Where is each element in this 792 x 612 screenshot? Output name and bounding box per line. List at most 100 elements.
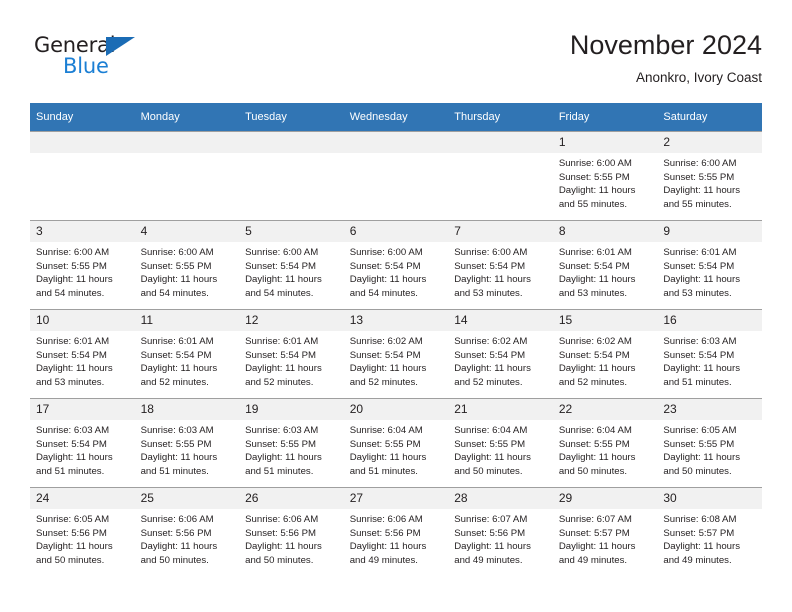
daylight-text-line2: and 52 minutes. [349, 376, 418, 388]
sunrise-text: Sunrise: 6:00 AM [558, 158, 632, 169]
daylight-text-line1: Daylight: 11 hours [140, 274, 218, 286]
sunset-text: Sunset: 5:56 PM [36, 527, 107, 539]
daylight-text-line1: Daylight: 11 hours [349, 274, 427, 286]
daylight-text-line1: Daylight: 11 hours [454, 274, 531, 286]
daylight-text-line1: Daylight: 11 hours [454, 452, 531, 464]
day-number: 15 [552, 310, 658, 331]
day-details: Sunrise: 6:07 AM Sunset: 5:57 PM Daylight:… [553, 509, 658, 567]
sunset-text: Sunset: 5:55 PM [558, 438, 630, 450]
sunrise-text: Sunrise: 6:00 AM [349, 247, 423, 258]
daylight-text-line2: and 51 minutes. [140, 465, 209, 477]
sunset-text: Sunset: 5:54 PM [558, 349, 630, 361]
calendar-day-cell[interactable]: 14 Sunrise: 6:02 AM Sunset: 5:54 PM Dayligh… [448, 309, 553, 399]
daylight-text-line2: and 50 minutes. [454, 465, 523, 477]
calendar-week-row: 10 Sunrise: 6:01 AM Sunset: 5:54 PM Dayligh… [30, 309, 762, 399]
day-details: Sunrise: 6:00 AM Sunset: 5:55 PM Daylight:… [553, 153, 658, 211]
weekday-header-wednesday: Wednesday [343, 103, 449, 132]
calendar-day-cell[interactable]: 3 Sunrise: 6:00 AM Sunset: 5:55 PM Daylight… [30, 220, 135, 310]
day-details: Sunrise: 6:01 AM Sunset: 5:54 PM Daylight:… [135, 331, 240, 389]
calendar-day-cell[interactable]: 15 Sunrise: 6:02 AM Sunset: 5:54 PM Dayligh… [552, 309, 658, 399]
calendar-day-cell[interactable]: 21 Sunrise: 6:04 AM Sunset: 5:55 PM Dayligh… [448, 398, 553, 488]
sunrise-text: Sunrise: 6:06 AM [245, 514, 319, 525]
sunset-text: Sunset: 5:54 PM [36, 438, 107, 450]
sunset-text: Sunset: 5:54 PM [349, 349, 421, 361]
calendar-day-cell[interactable]: 30 Sunrise: 6:08 AM Sunset: 5:57 PM Dayligh… [657, 487, 762, 576]
calendar-week-row: 17 Sunrise: 6:03 AM Sunset: 5:54 PM Dayligh… [30, 398, 762, 488]
daylight-text-line1: Daylight: 11 hours [558, 452, 636, 464]
day-details: Sunrise: 6:00 AM Sunset: 5:54 PM Daylight:… [344, 242, 449, 300]
calendar-day-cell[interactable]: 20 Sunrise: 6:04 AM Sunset: 5:55 PM Dayligh… [343, 398, 449, 488]
calendar-cell-empty [30, 131, 135, 221]
daylight-text-line1: Daylight: 11 hours [349, 363, 427, 375]
weekday-header-sunday: Sunday [30, 103, 135, 132]
sunrise-text: Sunrise: 6:04 AM [558, 425, 632, 436]
calendar-week-row: 3 Sunrise: 6:00 AM Sunset: 5:55 PM Daylight… [30, 220, 762, 310]
calendar-day-cell[interactable]: 26 Sunrise: 6:06 AM Sunset: 5:56 PM Dayligh… [239, 487, 344, 576]
day-number: 29 [552, 488, 658, 509]
day-number: 23 [657, 399, 762, 420]
sunrise-text: Sunrise: 6:08 AM [663, 514, 737, 525]
daylight-text-line2: and 49 minutes. [558, 554, 628, 566]
calendar-day-cell[interactable]: 2 Sunrise: 6:00 AM Sunset: 5:55 PM Daylight… [657, 131, 762, 221]
calendar-day-cell[interactable]: 1 Sunrise: 6:00 AM Sunset: 5:55 PM Daylight… [552, 131, 658, 221]
calendar-day-cell[interactable]: 24 Sunrise: 6:05 AM Sunset: 5:56 PM Dayligh… [30, 487, 135, 576]
page-header: General Blue November 2024 Anonkro, Ivor… [30, 28, 762, 94]
calendar-day-cell[interactable]: 11 Sunrise: 6:01 AM Sunset: 5:54 PM Dayligh… [134, 309, 240, 399]
calendar-day-cell[interactable]: 9 Sunrise: 6:01 AM Sunset: 5:54 PM Daylight… [657, 220, 762, 310]
daylight-text-line2: and 49 minutes. [454, 554, 523, 566]
daylight-text-line1: Daylight: 11 hours [36, 452, 113, 464]
sunset-text: Sunset: 5:54 PM [663, 260, 735, 272]
sunset-text: Sunset: 5:54 PM [663, 349, 735, 361]
calendar-day-cell[interactable]: 17 Sunrise: 6:03 AM Sunset: 5:54 PM Dayligh… [30, 398, 135, 488]
sunrise-text: Sunrise: 6:01 AM [245, 336, 319, 347]
sunset-text: Sunset: 5:57 PM [558, 527, 630, 539]
calendar-day-cell[interactable]: 23 Sunrise: 6:05 AM Sunset: 5:55 PM Dayligh… [657, 398, 762, 488]
daylight-text-line2: and 52 minutes. [454, 376, 523, 388]
sunrise-text: Sunrise: 6:02 AM [349, 336, 423, 347]
calendar-day-cell[interactable]: 27 Sunrise: 6:06 AM Sunset: 5:56 PM Dayligh… [343, 487, 449, 576]
sunrise-text: Sunrise: 6:01 AM [36, 336, 110, 347]
calendar-day-cell[interactable]: 7 Sunrise: 6:00 AM Sunset: 5:54 PM Daylight… [448, 220, 553, 310]
sunset-text: Sunset: 5:55 PM [349, 438, 421, 450]
generalblue-logo[interactable]: General Blue [34, 34, 214, 86]
day-details: Sunrise: 6:04 AM Sunset: 5:55 PM Daylight:… [344, 420, 449, 478]
sunrise-text: Sunrise: 6:00 AM [663, 158, 737, 169]
day-details: Sunrise: 6:05 AM Sunset: 5:56 PM Daylight:… [30, 509, 135, 567]
calendar-day-cell[interactable]: 13 Sunrise: 6:02 AM Sunset: 5:54 PM Dayligh… [343, 309, 449, 399]
sunset-text: Sunset: 5:54 PM [454, 349, 526, 361]
sunrise-text: Sunrise: 6:04 AM [349, 425, 423, 436]
day-details: Sunrise: 6:01 AM Sunset: 5:54 PM Daylight:… [657, 242, 762, 300]
day-number: 16 [657, 310, 762, 331]
sunrise-text: Sunrise: 6:07 AM [454, 514, 528, 525]
day-number: 28 [448, 488, 553, 509]
sunset-text: Sunset: 5:55 PM [454, 438, 526, 450]
calendar-day-cell[interactable]: 22 Sunrise: 6:04 AM Sunset: 5:55 PM Dayligh… [552, 398, 658, 488]
calendar-day-cell[interactable]: 6 Sunrise: 6:00 AM Sunset: 5:54 PM Daylight… [343, 220, 449, 310]
sunrise-text: Sunrise: 6:06 AM [140, 514, 214, 525]
calendar-day-cell[interactable]: 25 Sunrise: 6:06 AM Sunset: 5:56 PM Dayligh… [134, 487, 240, 576]
daylight-text-line2: and 50 minutes. [36, 554, 105, 566]
daylight-text-line2: and 54 minutes. [36, 287, 105, 299]
day-number: 20 [343, 399, 449, 420]
calendar-day-cell[interactable]: 28 Sunrise: 6:07 AM Sunset: 5:56 PM Dayligh… [448, 487, 553, 576]
daylight-text-line2: and 55 minutes. [663, 198, 732, 210]
sunrise-text: Sunrise: 6:00 AM [454, 247, 528, 258]
sunset-text: Sunset: 5:55 PM [663, 171, 735, 183]
calendar-day-cell[interactable]: 10 Sunrise: 6:01 AM Sunset: 5:54 PM Dayligh… [30, 309, 135, 399]
day-details: Sunrise: 6:01 AM Sunset: 5:54 PM Daylight:… [30, 331, 135, 389]
calendar-day-cell[interactable]: 18 Sunrise: 6:03 AM Sunset: 5:55 PM Dayligh… [134, 398, 240, 488]
day-number: 19 [239, 399, 344, 420]
calendar-day-cell[interactable]: 5 Sunrise: 6:00 AM Sunset: 5:54 PM Daylight… [239, 220, 344, 310]
daylight-text-line1: Daylight: 11 hours [36, 541, 113, 553]
calendar-week-row: 1 Sunrise: 6:00 AM Sunset: 5:55 PM Daylight… [30, 131, 762, 221]
calendar-day-cell[interactable]: 4 Sunrise: 6:00 AM Sunset: 5:55 PM Daylight… [134, 220, 240, 310]
weekday-header-friday: Friday [552, 103, 658, 132]
calendar-day-cell[interactable]: 29 Sunrise: 6:07 AM Sunset: 5:57 PM Dayligh… [552, 487, 658, 576]
calendar-week-row: 24 Sunrise: 6:05 AM Sunset: 5:56 PM Dayligh… [30, 487, 762, 576]
calendar-day-cell[interactable]: 16 Sunrise: 6:03 AM Sunset: 5:54 PM Dayligh… [657, 309, 762, 399]
calendar-cell-empty [134, 131, 240, 221]
calendar-day-cell[interactable]: 12 Sunrise: 6:01 AM Sunset: 5:54 PM Dayligh… [239, 309, 344, 399]
daylight-text-line1: Daylight: 11 hours [663, 363, 740, 375]
calendar-day-cell[interactable]: 8 Sunrise: 6:01 AM Sunset: 5:54 PM Daylight… [552, 220, 658, 310]
calendar-day-cell[interactable]: 19 Sunrise: 6:03 AM Sunset: 5:55 PM Dayligh… [239, 398, 344, 488]
